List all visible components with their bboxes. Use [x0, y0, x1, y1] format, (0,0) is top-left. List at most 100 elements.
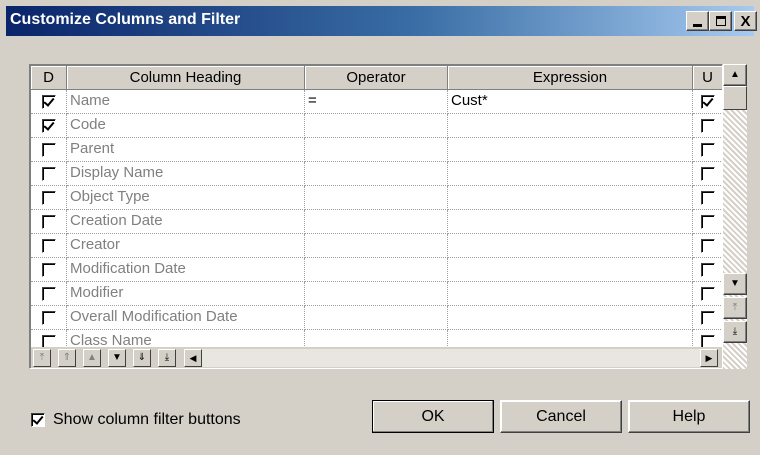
help-button[interactable]: Help [628, 400, 750, 433]
scroll-down-icon: ▼ [730, 278, 740, 289]
move-to-bottom-button[interactable]: ⤓ [158, 349, 176, 367]
u-checkbox[interactable] [700, 142, 715, 157]
u-cell [693, 258, 722, 282]
display-checkbox[interactable] [41, 214, 56, 229]
expression-cell[interactable] [448, 306, 693, 330]
u-checkbox[interactable] [700, 262, 715, 277]
u-checkbox[interactable] [700, 190, 715, 205]
u-cell [693, 210, 722, 234]
u-cell [693, 114, 722, 138]
header-column-heading[interactable]: Column Heading [67, 66, 305, 90]
operator-cell[interactable] [305, 258, 448, 282]
name-cell[interactable]: Display Name [67, 162, 305, 186]
table-row[interactable]: Display Name [31, 162, 722, 186]
header-d[interactable]: D [31, 66, 67, 90]
name-cell[interactable]: Object Type [67, 186, 305, 210]
u-checkbox[interactable] [700, 94, 715, 109]
operator-cell[interactable] [305, 306, 448, 330]
header-u[interactable]: U [693, 66, 722, 90]
u-checkbox[interactable] [700, 286, 715, 301]
expression-cell[interactable]: Cust* [448, 90, 693, 114]
u-checkbox[interactable] [700, 118, 715, 133]
table-row[interactable]: Parent [31, 138, 722, 162]
cancel-button[interactable]: Cancel [500, 400, 622, 433]
vertical-scrollbar[interactable]: ▲ ▼ ⤒ ⤓ [723, 64, 747, 369]
name-cell[interactable]: Parent [67, 138, 305, 162]
table-row[interactable]: Object Type [31, 186, 722, 210]
scroll-page-bottom-button[interactable]: ⤓ [723, 321, 747, 343]
move-to-top-button[interactable]: ⤒ [33, 349, 51, 367]
display-cell [31, 258, 67, 282]
close-icon: X [740, 12, 751, 30]
scroll-up-button[interactable]: ▲ [723, 64, 747, 86]
expression-cell[interactable] [448, 162, 693, 186]
table-row[interactable]: Creator [31, 234, 722, 258]
horizontal-scroll-track[interactable] [202, 349, 700, 367]
columns-grid-body: D Column Heading Operator Expression U N… [31, 66, 722, 368]
display-checkbox[interactable] [41, 190, 56, 205]
maximize-button[interactable] [709, 11, 732, 31]
u-checkbox[interactable] [700, 214, 715, 229]
expression-cell[interactable] [448, 258, 693, 282]
display-checkbox[interactable] [41, 166, 56, 181]
display-cell [31, 234, 67, 258]
minimize-button[interactable] [686, 11, 709, 31]
operator-cell[interactable] [305, 162, 448, 186]
show-filter-buttons-checkbox[interactable] [31, 413, 45, 427]
operator-cell[interactable] [305, 186, 448, 210]
operator-cell[interactable]: = [305, 90, 448, 114]
display-cell [31, 162, 67, 186]
name-cell[interactable]: Modification Date [67, 258, 305, 282]
name-cell[interactable]: Overall Modification Date [67, 306, 305, 330]
u-checkbox[interactable] [700, 166, 715, 181]
operator-cell[interactable] [305, 210, 448, 234]
display-checkbox[interactable] [41, 118, 56, 133]
move-down-button[interactable]: ▼ [108, 349, 126, 367]
move-to-top-icon: ⤒ [732, 302, 738, 313]
scroll-thumb[interactable] [723, 86, 747, 110]
expression-cell[interactable] [448, 234, 693, 258]
header-operator[interactable]: Operator [305, 66, 448, 90]
name-cell[interactable]: Modifier [67, 282, 305, 306]
expression-cell[interactable] [448, 210, 693, 234]
display-checkbox[interactable] [41, 238, 56, 253]
display-checkbox[interactable] [41, 94, 56, 109]
table-row[interactable]: Modifier [31, 282, 722, 306]
table-row[interactable]: Modification Date [31, 258, 722, 282]
expression-cell[interactable] [448, 282, 693, 306]
columns-grid: D Column Heading Operator Expression U N… [29, 64, 723, 369]
table-row[interactable]: Creation Date [31, 210, 722, 234]
expression-cell[interactable] [448, 138, 693, 162]
move-up-button[interactable]: ▲ [83, 349, 101, 367]
table-row[interactable]: Overall Modification Date [31, 306, 722, 330]
scroll-page-top-button[interactable]: ⤒ [723, 297, 747, 319]
operator-cell[interactable] [305, 114, 448, 138]
close-button[interactable]: X [734, 11, 757, 31]
display-checkbox[interactable] [41, 310, 56, 325]
table-row[interactable]: Code [31, 114, 722, 138]
display-checkbox[interactable] [41, 286, 56, 301]
ok-button[interactable]: OK [372, 400, 494, 433]
move-down-fast-button[interactable]: ⇓ [133, 349, 151, 367]
move-up-fast-button[interactable]: ⇑ [58, 349, 76, 367]
operator-cell[interactable] [305, 138, 448, 162]
title-bar[interactable]: Customize Columns and Filter X [6, 6, 757, 36]
name-cell[interactable]: Creation Date [67, 210, 305, 234]
show-filter-buttons-option[interactable]: Show column filter buttons [31, 411, 241, 429]
name-cell[interactable]: Code [67, 114, 305, 138]
expression-cell[interactable] [448, 186, 693, 210]
operator-cell[interactable] [305, 282, 448, 306]
scroll-down-button[interactable]: ▼ [723, 273, 747, 295]
header-expression[interactable]: Expression [448, 66, 693, 90]
display-checkbox[interactable] [41, 262, 56, 277]
u-checkbox[interactable] [700, 310, 715, 325]
name-cell[interactable]: Creator [67, 234, 305, 258]
expression-cell[interactable] [448, 114, 693, 138]
table-row[interactable]: Name = Cust* [31, 90, 722, 114]
operator-cell[interactable] [305, 234, 448, 258]
u-checkbox[interactable] [700, 238, 715, 253]
scroll-left-button[interactable]: ◀ [184, 349, 202, 367]
name-cell[interactable]: Name [67, 90, 305, 114]
display-checkbox[interactable] [41, 142, 56, 157]
scroll-right-button[interactable]: ▶ [700, 349, 718, 367]
